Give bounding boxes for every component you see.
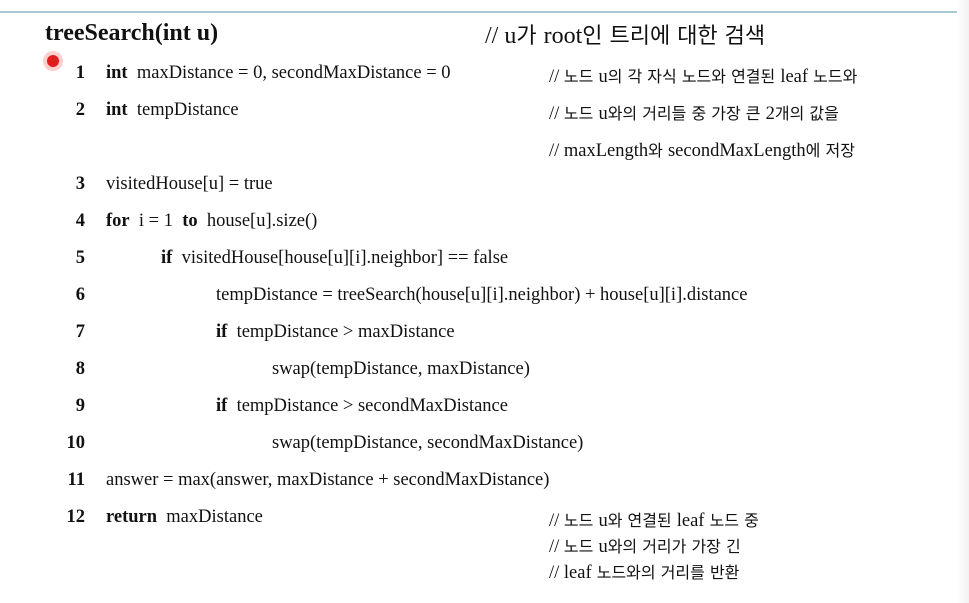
comment-text: 개의 값을 xyxy=(774,104,839,123)
comment-text: 노드 xyxy=(563,104,599,123)
comment-text: 와 연결된 xyxy=(607,511,677,530)
window-edge xyxy=(957,0,969,603)
title-comment-root: root xyxy=(543,23,583,49)
code-text: visitedHouse[house[u][i].neighbor] == fa… xyxy=(181,248,509,268)
comment-slash: // xyxy=(549,537,564,557)
comment-slash: // xyxy=(549,104,564,124)
title-comment-suffix: 인 트리에 대한 검색 xyxy=(582,24,766,49)
code-text: tempDistance xyxy=(136,100,239,120)
title-comment-mid: 가 xyxy=(516,24,544,49)
keyword: if xyxy=(161,248,173,268)
comment-slash: // xyxy=(549,141,564,161)
comment-line: // 노드 u와 연결된 leaf 노드 중 xyxy=(549,507,759,532)
line-number: 11 xyxy=(67,470,85,490)
comment-text: 노드 중 xyxy=(704,511,759,530)
comment-slash: // xyxy=(549,67,564,87)
line-code: if tempDistance > maxDistance xyxy=(216,322,455,343)
line-number: 7 xyxy=(75,322,85,342)
line-number: 9 xyxy=(75,396,85,416)
code-text: maxDistance = 0, secondMaxDistance = 0 xyxy=(136,63,451,83)
comment-slash: // xyxy=(549,511,564,531)
comment-term: u xyxy=(598,67,608,87)
keyword: return xyxy=(106,507,158,527)
comment-text: 노드 xyxy=(563,511,599,530)
comment-term: leaf xyxy=(676,511,705,531)
line-code: answer = max(answer, maxDistance + secon… xyxy=(106,470,550,490)
comment-term: leaf xyxy=(780,67,809,87)
line-number: 5 xyxy=(75,248,85,268)
comment-text: 의 각 자식 노드와 연결된 xyxy=(607,67,781,86)
comment-text: 노드 xyxy=(563,537,599,556)
code-text: tempDistance > maxDistance xyxy=(236,322,455,342)
comment-text: 노드 xyxy=(563,67,599,86)
line-code: swap(tempDistance, secondMaxDistance) xyxy=(272,433,584,453)
title-comment-prefix: // xyxy=(485,23,505,49)
comment-line: // 노드 u와의 거리가 가장 긴 xyxy=(549,533,741,558)
function-signature: treeSearch(int u) xyxy=(45,20,219,46)
line-code: if tempDistance > secondMaxDistance xyxy=(216,396,508,417)
comment-line: // 노드 u와의 거리들 중 가장 큰 2개의 값을 xyxy=(549,100,839,125)
comment-line: // maxLength와 secondMaxLength에 저장 xyxy=(549,137,855,162)
keyword: if xyxy=(216,396,228,416)
comment-term: maxLength xyxy=(563,141,649,161)
line-number: 1 xyxy=(75,63,85,83)
comment-text: 에 저장 xyxy=(805,141,855,160)
line-number: 3 xyxy=(75,174,85,194)
line-code: visitedHouse[u] = true xyxy=(106,174,273,194)
comment-line: // 노드 u의 각 자식 노드와 연결된 leaf 노드와 xyxy=(549,63,857,88)
title-comment-var: u xyxy=(504,23,517,49)
title-comment: // u가 root인 트리에 대한 검색 xyxy=(485,18,765,50)
comment-text: 노드와의 거리를 반환 xyxy=(591,563,740,582)
code-text: maxDistance xyxy=(166,507,263,527)
line-code: return maxDistance xyxy=(106,507,263,528)
comment-term: u xyxy=(598,511,608,531)
code-text: i = 1 xyxy=(138,211,173,231)
comment-text: 와의 거리가 가장 긴 xyxy=(607,537,741,556)
line-number: 2 xyxy=(75,100,85,120)
line-code: tempDistance = treeSearch(house[u][i].ne… xyxy=(216,285,748,305)
comment-text: 와의 거리들 중 가장 큰 xyxy=(607,104,766,123)
top-divider-line xyxy=(0,11,969,13)
comment-term: u xyxy=(598,104,608,124)
line-number: 12 xyxy=(66,507,86,527)
keyword: to xyxy=(182,211,198,231)
line-number: 8 xyxy=(75,359,85,379)
line-number: 4 xyxy=(75,211,85,231)
line-code: swap(tempDistance, maxDistance) xyxy=(272,359,530,379)
comment-line: // leaf 노드와의 거리를 반환 xyxy=(549,559,739,584)
comment-slash: // xyxy=(549,563,564,583)
line-code: for i = 1 to house[u].size() xyxy=(106,211,317,232)
comment-term: u xyxy=(598,537,608,557)
keyword: int xyxy=(106,63,128,83)
comment-text: 와 xyxy=(648,141,668,160)
code-text: house[u].size() xyxy=(206,211,318,231)
keyword: for xyxy=(106,211,130,231)
line-code: if visitedHouse[house[u][i].neighbor] ==… xyxy=(161,248,508,269)
keyword: int xyxy=(106,100,128,120)
comment-term: 2 xyxy=(765,104,775,124)
comment-term: leaf xyxy=(563,563,592,583)
comment-term: secondMaxLength xyxy=(667,141,806,161)
line-number: 10 xyxy=(66,433,86,453)
line-number: 6 xyxy=(75,285,85,305)
code-text: tempDistance > secondMaxDistance xyxy=(236,396,508,416)
comment-text: 노드와 xyxy=(808,67,858,86)
line-code: int tempDistance xyxy=(106,100,239,121)
keyword: if xyxy=(216,322,228,342)
line-code: int maxDistance = 0, secondMaxDistance =… xyxy=(106,63,451,84)
